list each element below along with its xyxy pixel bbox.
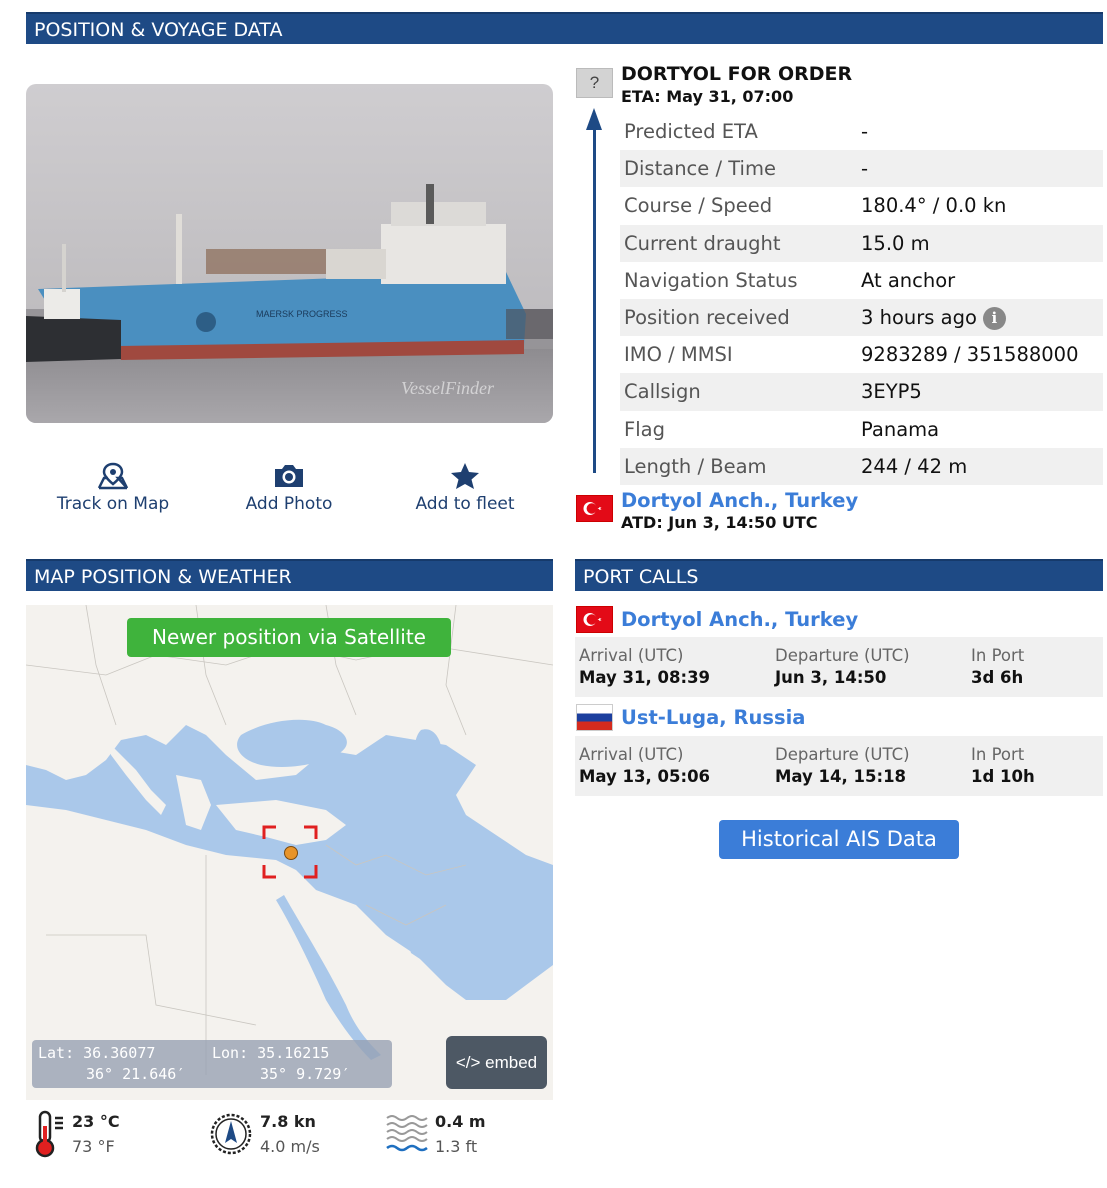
row-label: Length / Beam: [624, 454, 767, 478]
row-label: IMO / MMSI: [624, 343, 733, 367]
lon-label: Lon: 35.16215: [212, 1044, 330, 1062]
map-pin-icon: [38, 462, 188, 492]
row-value: -: [861, 120, 869, 144]
voyage-row-distance-time: Distance / Time -: [620, 150, 1103, 188]
last-port-link[interactable]: Dortyol Anch., Turkey: [621, 489, 858, 512]
track-on-map-label: Track on Map: [56, 494, 170, 514]
voyage-row-position-received: Position received 3 hours ago i: [620, 298, 1103, 337]
departure-label: Departure (UTC): [775, 745, 910, 764]
row-value: 244 / 42 m: [861, 454, 968, 478]
port-call-row: Arrival (UTC) May 31, 08:39 Departure (UT…: [575, 637, 1103, 697]
row-value: 180.4° / 0.0 kn: [861, 194, 1007, 218]
row-value: Panama: [861, 417, 940, 441]
photo-watermark: VesselFinder: [401, 378, 495, 398]
voyage-row-predicted-eta: Predicted ETA -: [620, 113, 1103, 150]
compass-icon: [210, 1113, 252, 1155]
info-icon[interactable]: i: [982, 306, 1006, 330]
embed-button[interactable]: </> embed: [446, 1036, 547, 1089]
row-label: Predicted ETA: [624, 120, 758, 144]
svg-text:MAERSK PROGRESS: MAERSK PROGRESS: [256, 309, 348, 319]
add-photo-label: Add Photo: [245, 494, 333, 514]
port-call-link-1[interactable]: Dortyol Anch., Turkey: [621, 608, 858, 631]
row-label: Distance / Time: [624, 157, 776, 181]
voyage-line: [593, 125, 596, 473]
voyage-row-course-speed: Course / Speed 180.4° / 0.0 kn: [620, 187, 1103, 224]
port-call-row: Arrival (UTC) May 13, 05:06 Departure (UT…: [575, 736, 1103, 796]
lon-dms: 35° 9.729′: [260, 1065, 351, 1083]
camera-icon: [214, 462, 364, 492]
wind-speed-ms: 4.0 m/s: [260, 1137, 320, 1156]
row-value: At anchor: [861, 268, 956, 292]
temp-fahrenheit: 73 °F: [72, 1137, 115, 1156]
satellite-position-button[interactable]: Newer position via Satellite: [127, 618, 451, 657]
wind-widget: 7.8 kn 4.0 m/s: [209, 1112, 320, 1156]
wind-speed-kn: 7.8 kn: [260, 1112, 316, 1131]
row-label: Callsign: [624, 380, 701, 404]
turkey-flag-icon: [576, 606, 613, 633]
voyage-row-current-draught: Current draught 15.0 m: [620, 224, 1103, 262]
vessel-map[interactable]: Newer position via Satellite Lat: 36.360…: [26, 605, 553, 1100]
voyage-row-navigation-status: Navigation Status At anchor: [620, 262, 1103, 299]
in-port-value: 3d 6h: [971, 668, 1024, 687]
in-port-label: In Port: [971, 646, 1025, 665]
track-on-map-button[interactable]: Track on Map: [38, 462, 188, 514]
waves-icon: [386, 1115, 428, 1152]
wave-widget: 0.4 m 1.3 ft: [385, 1112, 486, 1156]
port-call-link-2[interactable]: Ust-Luga, Russia: [621, 706, 805, 729]
voyage-row-flag: Flag Panama: [620, 411, 1103, 448]
russia-flag-icon: [576, 704, 613, 731]
port-calls-header: PORT CALLS: [575, 559, 1103, 591]
row-value: 9283289 / 351588000: [861, 343, 1079, 367]
row-label: Current draught: [624, 231, 781, 255]
voyage-row-length-beam: Length / Beam 244 / 42 m: [620, 447, 1103, 485]
position-received-value: 3 hours ago: [861, 305, 977, 329]
departure-value: Jun 3, 14:50: [775, 668, 887, 687]
add-to-fleet-button[interactable]: Add to fleet: [390, 462, 540, 514]
departure-label: Departure (UTC): [775, 646, 910, 665]
star-icon: [390, 462, 540, 492]
thermometer-icon: [35, 1110, 63, 1158]
arrival-label: Arrival (UTC): [579, 646, 684, 665]
row-value: -: [861, 157, 869, 181]
row-label: Course / Speed: [624, 194, 773, 218]
atd-text: ATD: Jun 3, 14:50 UTC: [621, 513, 818, 532]
voyage-table: Predicted ETA - Distance / Time - Course /…: [620, 113, 1103, 485]
in-port-label: In Port: [971, 745, 1025, 764]
arrival-label: Arrival (UTC): [579, 745, 684, 764]
coordinates-panel: Lat: 36.36077 36° 21.646′ Lon: 35.16215 …: [32, 1040, 392, 1088]
row-value: 3EYP5: [861, 380, 922, 404]
destination-name: DORTYOL FOR ORDER: [621, 63, 853, 85]
voyage-row-imo-mmsi: IMO / MMSI 9283289 / 351588000: [620, 336, 1103, 373]
lat-label: Lat: 36.36077: [38, 1044, 156, 1062]
destination-eta: ETA: May 31, 07:00: [621, 87, 794, 106]
row-value: 15.0 m: [861, 231, 930, 255]
arrival-value: May 13, 05:06: [579, 767, 711, 786]
add-to-fleet-label: Add to fleet: [415, 494, 515, 514]
lat-dms: 36° 21.646′: [86, 1065, 186, 1083]
wave-height-ft: 1.3 ft: [435, 1137, 478, 1156]
temp-celsius: 23 °C: [72, 1112, 120, 1131]
turkey-flag-icon: [576, 495, 613, 522]
add-photo-button[interactable]: Add Photo: [214, 462, 364, 514]
temperature-widget: 23 °C 73 °F: [32, 1110, 120, 1158]
row-label: Navigation Status: [624, 268, 798, 292]
departure-value: May 14, 15:18: [775, 767, 907, 786]
historical-ais-data-button[interactable]: Historical AIS Data: [719, 820, 959, 859]
row-label: Position received: [624, 306, 790, 330]
map-weather-header: MAP POSITION & WEATHER: [26, 559, 553, 591]
row-label: Flag: [624, 417, 665, 441]
position-voyage-header: POSITION & VOYAGE DATA: [26, 12, 1103, 44]
vessel-marker[interactable]: [284, 846, 298, 860]
row-value: 3 hours ago i: [861, 306, 1006, 330]
vessel-photo[interactable]: MAERSK PROGRESS VesselFinder: [26, 84, 553, 423]
in-port-value: 1d 10h: [971, 767, 1035, 786]
wave-height-m: 0.4 m: [435, 1112, 486, 1131]
arrival-value: May 31, 08:39: [579, 668, 711, 687]
voyage-row-callsign: Callsign 3EYP5: [620, 373, 1103, 411]
destination-flag-unknown: ?: [576, 68, 613, 98]
